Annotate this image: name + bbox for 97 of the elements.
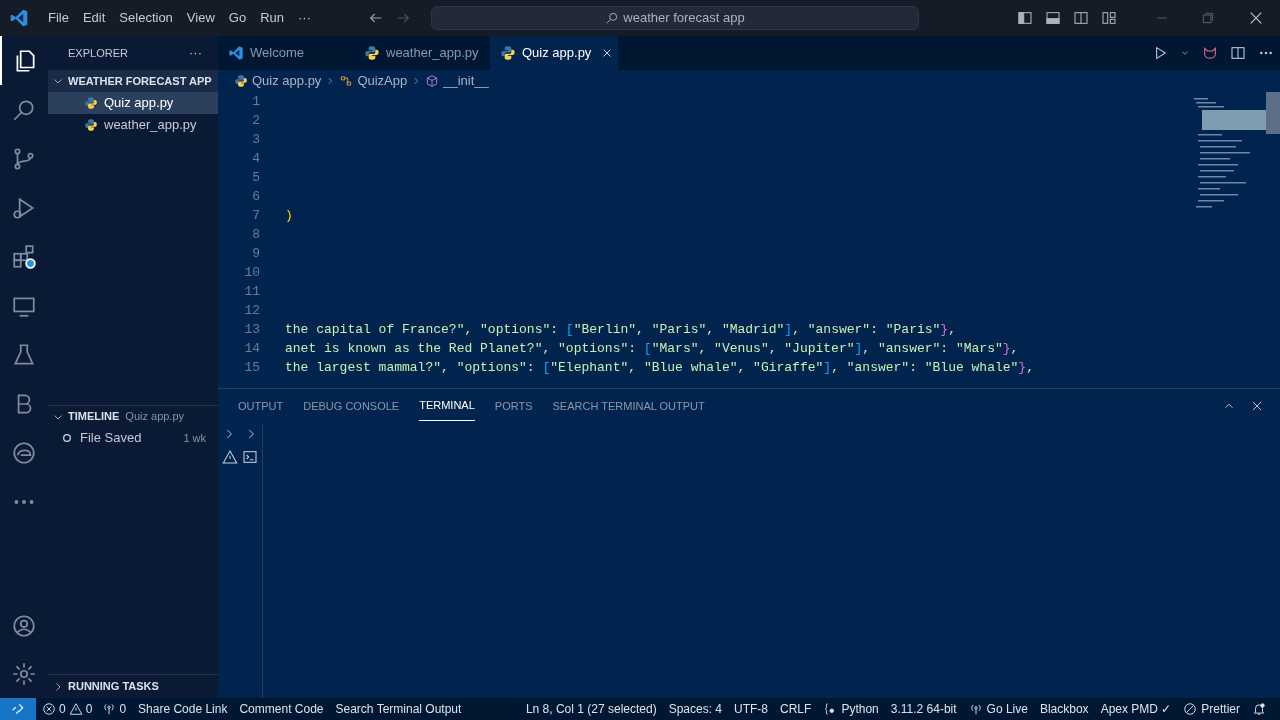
line-number: 2	[251, 111, 260, 130]
scrollbar-thumb[interactable]	[1266, 92, 1280, 134]
status-item[interactable]: Comment Code	[239, 700, 324, 718]
remote-button[interactable]	[0, 698, 36, 720]
code-line: the capital of France?", "options": ["Berlin", "Paris", "Madrid"], "answer": "Paris"},	[285, 320, 956, 339]
antenna-icon	[102, 702, 117, 716]
timeline-entry[interactable]: File Saved	[80, 428, 184, 448]
status-item[interactable]: Prettier	[1183, 700, 1240, 718]
vscode-file-icon	[228, 45, 244, 61]
split-layout-icon[interactable]	[1073, 10, 1089, 26]
close-icon[interactable]	[1250, 399, 1264, 413]
panel-tab[interactable]: DEBUG CONSOLE	[303, 391, 400, 421]
timeline-time: 1 wk	[183, 430, 206, 446]
status-item[interactable]: UTF-8	[734, 700, 769, 718]
warning-icon	[68, 702, 83, 716]
circle-icon	[62, 433, 72, 443]
line-number: 1	[251, 92, 260, 111]
python-file-icon	[364, 45, 380, 61]
search-field[interactable]: weather forecast app	[431, 6, 919, 30]
menu-item[interactable]: ···	[291, 8, 318, 28]
status-item[interactable]: Blackbox	[1039, 700, 1089, 718]
explorer-entry[interactable]: weather_app.py	[48, 114, 218, 136]
notification-bell-icon[interactable]	[1252, 702, 1266, 716]
flask-icon[interactable]	[11, 341, 37, 368]
line-number: 12	[243, 301, 260, 320]
editor-tab[interactable]: Welcome	[218, 36, 354, 70]
customize-layout-icon[interactable]	[1101, 10, 1117, 26]
menu-item[interactable]: Run	[253, 8, 291, 28]
code-line: )	[285, 206, 293, 225]
line-number: 6	[251, 187, 260, 206]
folder-header[interactable]: WEATHER FORECAST APP	[48, 70, 218, 92]
code-line: anet is known as the Red Planet?", "options": ["Mars", "Venus", "Jupiter"], "answer": "Mars"},	[285, 339, 1019, 358]
terminal-icon[interactable]	[242, 449, 258, 465]
blocked-icon	[1183, 702, 1198, 716]
sidebar-title: EXPLORER	[68, 45, 128, 61]
menu-item[interactable]: View	[179, 8, 222, 28]
edge-browser-icon[interactable]	[11, 439, 37, 466]
line-number: 8	[251, 225, 260, 244]
problems-button[interactable]: 0 0	[42, 700, 93, 718]
status-item[interactable]: Python	[823, 700, 879, 718]
line-number: 7	[251, 206, 260, 225]
status-item[interactable]: CRLF	[780, 700, 812, 718]
code-line: the largest mammal?", "options": ["Elephant", "Blue whale", "Giraffe"], "answer": "Blue whale"},	[285, 358, 1034, 377]
vscode-logo-icon	[9, 8, 29, 28]
breadcrumb-item[interactable]: QuizApp	[357, 71, 408, 91]
ports-button[interactable]: 0	[102, 700, 127, 718]
line-number: 14	[243, 339, 260, 358]
line-number: 15	[243, 358, 260, 377]
menu-item[interactable]: Go	[221, 8, 254, 28]
toggle-panel-icon[interactable]	[1045, 10, 1061, 26]
status-item[interactable]: Apex PMD ✓	[1100, 700, 1172, 718]
breadcrumb-item[interactable]: Quiz app.py	[252, 71, 322, 91]
python-file-icon	[500, 45, 516, 61]
breadcrumb-item[interactable]: __init__	[443, 71, 489, 91]
cube-icon	[425, 74, 440, 88]
line-number: 4	[251, 149, 260, 168]
editor-tab[interactable]: weather_app.py	[354, 36, 490, 70]
class-icon	[339, 74, 354, 88]
status-item[interactable]: Go Live	[968, 700, 1028, 718]
broadcast-icon	[968, 702, 983, 716]
menu-item[interactable]: Selection	[112, 8, 180, 28]
line-number: 5	[251, 168, 260, 187]
toggle-sidebar-icon[interactable]	[1017, 10, 1033, 26]
python-file-icon	[84, 118, 98, 132]
panel-tab[interactable]: OUTPUT	[238, 391, 284, 421]
warning-icon[interactable]	[222, 449, 238, 465]
python-file-icon	[234, 74, 248, 88]
more-actions-button[interactable]: ···	[189, 43, 202, 63]
editor-tab[interactable]: Quiz app.py	[490, 36, 618, 70]
line-number: 11	[243, 282, 260, 301]
error-icon	[42, 702, 56, 716]
status-item[interactable]: Search Terminal Output	[335, 700, 462, 718]
close-icon[interactable]	[601, 47, 614, 59]
timeline-header[interactable]: TIMELINE Quiz app.py	[48, 405, 218, 427]
status-item[interactable]: 3.11.2 64-bit	[890, 700, 957, 718]
split-editor-icon[interactable]	[1230, 45, 1246, 61]
menu-item[interactable]: File	[41, 8, 76, 28]
search-icon	[605, 11, 620, 25]
panel-tab[interactable]: SEARCH TERMINAL OUTPUT	[552, 391, 705, 421]
line-number: 9	[251, 244, 260, 263]
line-number: 10	[243, 263, 260, 282]
python-file-icon	[84, 96, 98, 110]
line-number: 13	[243, 320, 260, 339]
extensions-icon[interactable]	[11, 243, 37, 270]
panel-tab[interactable]: PORTS	[494, 391, 533, 421]
status-item[interactable]: Ln 8, Col 1 (27 selected)	[525, 700, 657, 718]
menu-item[interactable]: Edit	[75, 8, 113, 28]
cat-face-icon[interactable]	[1202, 45, 1218, 61]
explorer-entry[interactable]: Quiz app.py	[48, 92, 218, 114]
status-item[interactable]: Spaces: 4	[668, 700, 723, 718]
account-icon[interactable]	[11, 613, 37, 639]
line-number: 3	[251, 130, 260, 149]
settings-icon[interactable]	[11, 661, 37, 687]
close-icon[interactable]	[1248, 10, 1264, 26]
panel-tab[interactable]: TERMINAL	[419, 391, 475, 421]
status-item[interactable]: Share Code Link	[138, 700, 228, 718]
remote-icon	[11, 702, 25, 716]
